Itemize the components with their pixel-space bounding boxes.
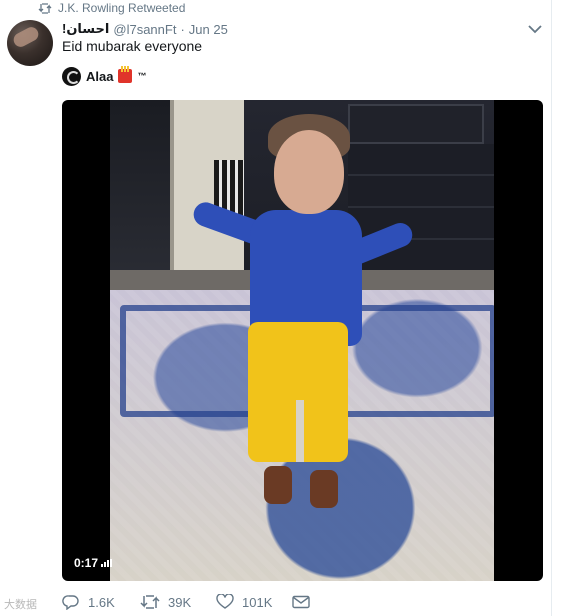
attribution-name: Alaa bbox=[86, 68, 114, 84]
video-frame bbox=[110, 100, 494, 581]
header-separator: · bbox=[180, 21, 185, 37]
retweet-button[interactable]: 39K bbox=[140, 590, 191, 614]
tweet-date[interactable]: Jun 25 bbox=[189, 22, 228, 37]
reply-button[interactable]: 1.6K bbox=[62, 590, 115, 614]
media-attribution[interactable]: Alaa ™ bbox=[62, 66, 146, 86]
envelope-icon bbox=[292, 595, 310, 609]
column-divider bbox=[551, 0, 552, 616]
author-display-name[interactable]: احسان! bbox=[62, 21, 109, 37]
video-duration: 0:17 bbox=[74, 556, 113, 570]
fries-emoji-icon bbox=[118, 66, 133, 83]
author-handle[interactable]: @l7sannFt bbox=[113, 22, 176, 37]
tweet-actions: 1.6K 39K 101K bbox=[62, 590, 362, 614]
heart-icon bbox=[216, 594, 234, 610]
reply-count: 1.6K bbox=[88, 594, 115, 610]
attribution-avatar bbox=[62, 66, 81, 86]
reply-icon bbox=[62, 594, 80, 610]
tweet-header: احسان! @l7sannFt · Jun 25 bbox=[62, 20, 228, 38]
like-button[interactable]: 101K bbox=[216, 590, 272, 614]
retweet-context-label[interactable]: J.K. Rowling Retweeted bbox=[58, 1, 185, 15]
video-player[interactable] bbox=[62, 100, 543, 581]
retweet-count: 39K bbox=[168, 594, 192, 610]
volume-bars-icon bbox=[101, 559, 113, 567]
trademark-symbol: ™ bbox=[137, 71, 147, 81]
retweet-icon bbox=[38, 2, 52, 14]
like-count: 101K bbox=[242, 594, 273, 610]
author-avatar[interactable] bbox=[7, 20, 53, 66]
message-button[interactable] bbox=[292, 590, 310, 614]
chevron-down-icon[interactable] bbox=[526, 22, 544, 36]
tweet-text: Eid mubarak everyone bbox=[62, 38, 203, 54]
retweet-icon bbox=[140, 594, 160, 610]
video-duration-label: 0:17 bbox=[74, 556, 99, 570]
retweet-context: J.K. Rowling Retweeted bbox=[38, 0, 185, 16]
watermark: 大数据 bbox=[4, 599, 37, 611]
